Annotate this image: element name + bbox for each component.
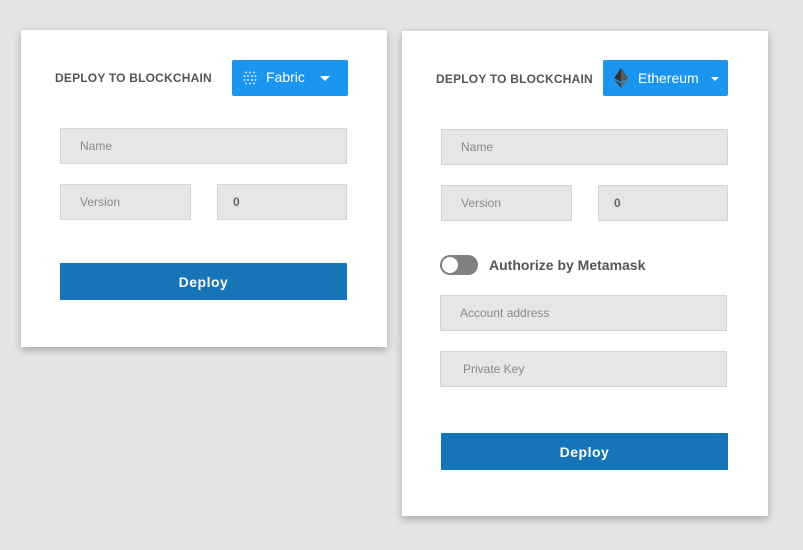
card-title: DEPLOY TO BLOCKCHAIN	[436, 72, 593, 86]
version-field[interactable]: Version	[441, 185, 572, 221]
version-value: 0	[233, 195, 240, 209]
deploy-button-label: Deploy	[178, 273, 229, 290]
deploy-button[interactable]: Deploy	[441, 433, 728, 470]
account-address-field[interactable]: Account address	[440, 295, 727, 331]
blockchain-select-fabric[interactable]: Fabric	[232, 60, 348, 96]
version-placeholder: Version	[80, 195, 121, 209]
ethereum-deploy-card: DEPLOY TO BLOCKCHAIN Ethereum Name Versi…	[402, 31, 768, 516]
private-key-field[interactable]: Private Key	[440, 351, 727, 387]
chevron-down-icon	[711, 77, 719, 81]
name-field[interactable]: Name	[441, 129, 728, 165]
version-value: 0	[614, 196, 621, 210]
metamask-toggle-label: Authorize by Metamask	[489, 257, 646, 273]
private-key-placeholder: Private Key	[463, 362, 525, 376]
dropdown-label: Fabric	[266, 69, 305, 85]
deploy-button-label: Deploy	[559, 443, 610, 460]
version-number-field[interactable]: 0	[217, 184, 347, 220]
card-title: DEPLOY TO BLOCKCHAIN	[55, 71, 212, 85]
name-placeholder: Name	[80, 139, 113, 153]
toggle-knob	[442, 257, 458, 273]
name-field[interactable]: Name	[60, 128, 347, 164]
version-field[interactable]: Version	[60, 184, 191, 220]
account-address-placeholder: Account address	[460, 306, 550, 320]
fabric-deploy-card: DEPLOY TO BLOCKCHAIN Fabric Name Version…	[21, 30, 387, 347]
version-number-field[interactable]: 0	[598, 185, 728, 221]
chevron-down-icon	[320, 76, 330, 81]
metamask-toggle[interactable]	[440, 255, 478, 275]
dropdown-label: Ethereum	[638, 70, 699, 86]
blockchain-select-ethereum[interactable]: Ethereum	[603, 60, 728, 96]
ethereum-icon	[614, 68, 628, 88]
version-placeholder: Version	[461, 196, 502, 210]
deploy-button[interactable]: Deploy	[60, 263, 347, 300]
name-placeholder: Name	[461, 140, 494, 154]
fabric-icon	[242, 70, 258, 86]
